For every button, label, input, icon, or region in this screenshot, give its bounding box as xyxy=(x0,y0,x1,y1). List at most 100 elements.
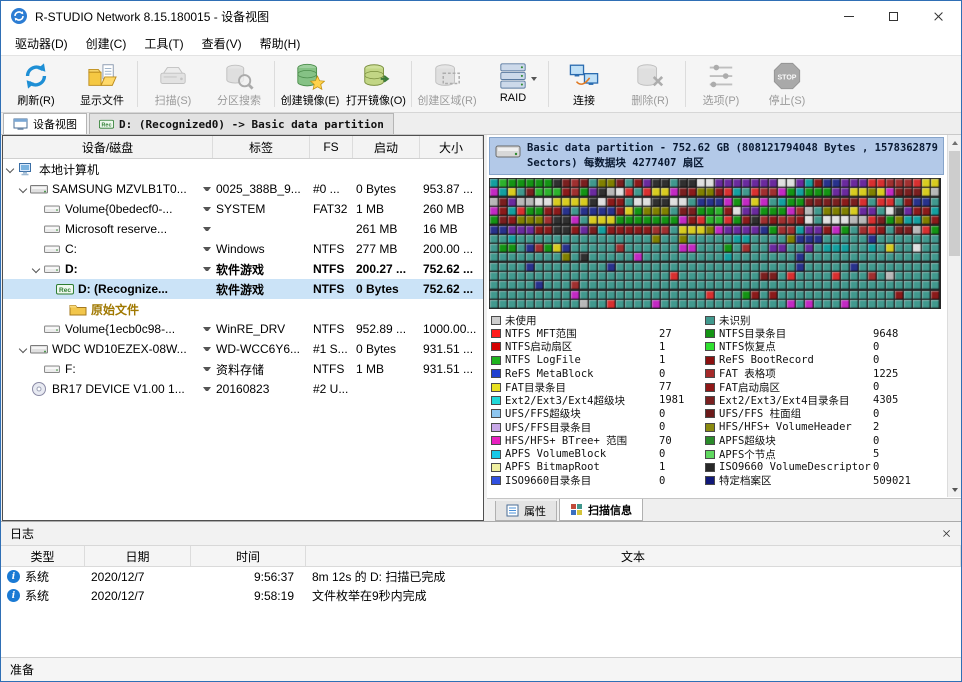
collapse-chevron-icon[interactable] xyxy=(18,344,29,355)
scroll-thumb[interactable] xyxy=(949,151,960,256)
device-dropdown-icon[interactable] xyxy=(203,187,211,191)
log-column-header[interactable]: 类型 xyxy=(1,546,85,566)
info-tab-properties[interactable]: 属性 xyxy=(495,501,557,521)
stop-button[interactable]: STOP停止(S) xyxy=(754,57,820,111)
menu-item-drive[interactable]: 驱动器(D) xyxy=(6,32,77,55)
log-title-bar: 日志 xyxy=(1,522,961,546)
log-panel: 日志 类型日期时间文本 i系统2020/12/79:56:378m 12s 的 … xyxy=(1,521,961,659)
device-dropdown-icon[interactable] xyxy=(203,387,211,391)
device-fs-cell: NTFS xyxy=(310,359,353,379)
tree-row[interactable]: BR17 DEVICE V1.00 1...20160823#2 U... xyxy=(3,379,483,399)
legend-item: 未识别 xyxy=(705,313,941,326)
device-label-cell: SYSTEM xyxy=(213,199,310,219)
device-dropdown-icon[interactable] xyxy=(203,327,211,331)
device-size-cell: 200.00 ... xyxy=(420,239,483,259)
tree-row[interactable]: WDC WD10EZEX-08W...WD-WCC6Y6...#1 S...0 … xyxy=(3,339,483,359)
menu-item-create[interactable]: 创建(C) xyxy=(77,32,136,55)
partition-header-text: Basic data partition - 752.62 GB (808121… xyxy=(527,141,938,171)
options-button[interactable]: 选项(P) xyxy=(688,57,754,111)
open-image-button[interactable]: 打开镜像(O) xyxy=(343,57,409,111)
info-tab-scan-info[interactable]: 扫描信息 xyxy=(559,499,643,521)
collapse-chevron-icon[interactable] xyxy=(5,164,16,175)
svg-text:Rec: Rec xyxy=(59,287,71,294)
log-close-button[interactable] xyxy=(941,528,952,539)
minimize-button[interactable] xyxy=(826,1,871,31)
log-row[interactable]: i系统2020/12/79:58:19文件枚举在9秒内完成 xyxy=(1,586,961,605)
log-column-header[interactable]: 时间 xyxy=(191,546,306,566)
delete-button[interactable]: 删除(R) xyxy=(617,57,683,111)
tree-row[interactable]: C:WindowsNTFS277 MB200.00 ... xyxy=(3,239,483,259)
device-name-label: D: (Recognize... xyxy=(78,282,168,296)
tree-column-header[interactable]: 大小 xyxy=(420,136,483,158)
create-image-label: 创建镜像(E) xyxy=(281,92,340,108)
device-tree-header: 设备/磁盘标签FS启动大小 xyxy=(3,136,483,159)
legend-value: 70 xyxy=(659,435,672,447)
tree-row[interactable]: RecD: (Recognize...软件游戏NTFS0 Bytes752.62… xyxy=(3,279,483,299)
tree-column-header[interactable]: 标签 xyxy=(213,136,310,158)
legend-value: 0 xyxy=(873,341,879,353)
partition-search-button[interactable]: 分区搜索 xyxy=(206,57,272,111)
view-tab-label: D: (Recognized0) -> Basic data partition xyxy=(119,118,384,131)
device-dropdown-icon[interactable] xyxy=(203,207,211,211)
tree-column-header[interactable]: FS xyxy=(310,136,353,158)
scan-map[interactable] xyxy=(489,178,941,309)
tree-row[interactable]: F:资料存储NTFS1 MB931.51 ... xyxy=(3,359,483,379)
log-column-header[interactable]: 日期 xyxy=(85,546,191,566)
device-fs-cell: NTFS xyxy=(310,319,353,339)
collapse-chevron-icon[interactable] xyxy=(18,184,29,195)
tree-row[interactable]: D:软件游戏NTFS200.27 ...752.62 ... xyxy=(3,259,483,279)
menu-item-help[interactable]: 帮助(H) xyxy=(251,32,310,55)
raid-label: RAID xyxy=(500,92,526,104)
raid-button[interactable]: RAID xyxy=(480,57,546,111)
device-start-cell: 1 MB xyxy=(353,359,420,379)
tree-column-header[interactable]: 设备/磁盘 xyxy=(3,136,213,158)
title-bar: R-STUDIO Network 8.15.180015 - 设备视图 xyxy=(1,1,961,31)
device-dropdown-icon[interactable] xyxy=(203,367,211,371)
volume-icon xyxy=(43,261,62,277)
scan-button[interactable]: 扫描(S) xyxy=(140,57,206,111)
create-region-button[interactable]: 创建区域(R) xyxy=(414,57,480,111)
legend-swatch xyxy=(491,409,501,418)
device-label-cell: WinRE_DRV xyxy=(213,319,310,339)
log-row[interactable]: i系统2020/12/79:56:378m 12s 的 D: 扫描已完成 xyxy=(1,567,961,586)
legend-swatch xyxy=(705,342,715,351)
tree-row[interactable]: Volume{0bedecf0-...SYSTEMFAT321 MB260 MB xyxy=(3,199,483,219)
chevron-spacer xyxy=(31,324,42,335)
refresh-button[interactable]: 刷新(R) xyxy=(3,57,69,111)
log-text-cell: 文件枚举在9秒内完成 xyxy=(306,586,961,605)
device-label-cell: 软件游戏 xyxy=(213,259,310,279)
device-dropdown-icon[interactable] xyxy=(203,347,211,351)
legend-value: 0 xyxy=(659,448,665,460)
legend-item: UFS/FFS 柱面组0 xyxy=(705,407,941,420)
device-dropdown-icon[interactable] xyxy=(203,247,211,251)
legend-swatch xyxy=(491,423,501,432)
view-tab-partition[interactable]: RecD: (Recognized0) -> Basic data partit… xyxy=(89,113,394,134)
device-name-label: D: xyxy=(65,262,78,276)
scroll-up-button[interactable] xyxy=(948,135,961,150)
device-dropdown-icon[interactable] xyxy=(203,227,211,231)
view-tab-device-view[interactable]: 设备视图 xyxy=(3,113,87,134)
close-button[interactable] xyxy=(916,1,961,31)
connect-button[interactable]: 连接 xyxy=(551,57,617,111)
tree-row[interactable]: Volume{1ecb0c98-...WinRE_DRVNTFS952.89 .… xyxy=(3,319,483,339)
tree-row[interactable]: 原始文件 xyxy=(3,299,483,319)
scrollbar[interactable] xyxy=(947,135,961,497)
log-column-header[interactable]: 文本 xyxy=(306,546,961,566)
maximize-button[interactable] xyxy=(871,1,916,31)
collapse-chevron-icon[interactable] xyxy=(31,264,42,275)
partition-search-icon xyxy=(222,60,256,91)
menu-item-view[interactable]: 查看(V) xyxy=(193,32,251,55)
stop-icon: STOP xyxy=(770,60,804,91)
show-files-button[interactable]: 显示文件 xyxy=(69,57,135,111)
scroll-down-button[interactable] xyxy=(948,482,961,497)
dropdown-arrow-icon[interactable] xyxy=(531,77,537,81)
info-tabbar: 属性扫描信息 xyxy=(487,498,961,521)
menu-item-tools[interactable]: 工具(T) xyxy=(135,32,192,55)
tree-row[interactable]: Microsoft reserve...261 MB16 MB xyxy=(3,219,483,239)
tree-row[interactable]: SAMSUNG MZVLB1T0...0025_388B_9...#0 ...0… xyxy=(3,179,483,199)
device-name-cell: 本地计算机 xyxy=(3,159,213,179)
device-dropdown-icon[interactable] xyxy=(203,267,211,271)
create-image-button[interactable]: 创建镜像(E) xyxy=(277,57,343,111)
tree-row[interactable]: 本地计算机 xyxy=(3,159,483,179)
tree-column-header[interactable]: 启动 xyxy=(353,136,420,158)
